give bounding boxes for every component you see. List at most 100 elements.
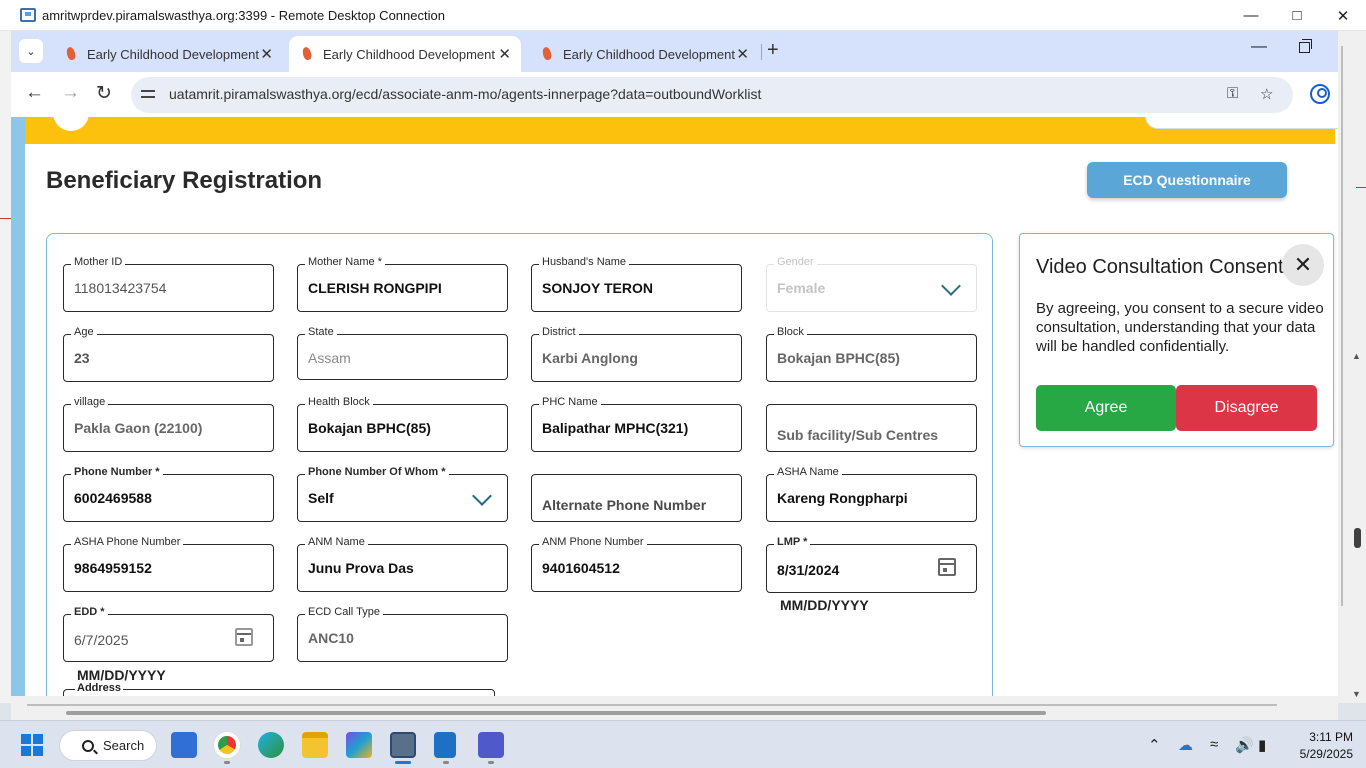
taskbar-search[interactable]: Search: [59, 730, 157, 761]
browser-toolbar: ← → ↻ uatamrit.piramalswasthya.org/ecd/a…: [11, 72, 1338, 117]
village-field[interactable]: village Pakla Gaon (22100): [63, 396, 274, 452]
calendar-icon[interactable]: [235, 628, 253, 646]
sub-facility-select[interactable]: Sub facility/Sub Centres: [766, 404, 977, 452]
field-value: CLERISH RONGPIPI: [308, 280, 442, 296]
field-value: Assam: [308, 350, 351, 366]
key-icon[interactable]: ⚿: [1227, 85, 1238, 102]
site-info-icon[interactable]: [141, 86, 157, 102]
file-explorer-icon[interactable]: [302, 732, 328, 758]
ecd-questionnaire-button[interactable]: ECD Questionnaire: [1087, 162, 1287, 198]
edge-icon[interactable]: [258, 732, 284, 758]
field-value: 23: [74, 350, 90, 366]
rdp-window-title: amritwprdev.piramalswasthya.org:3399 - R…: [42, 7, 445, 23]
health-block-field[interactable]: Health Block Bokajan BPHC(85): [297, 396, 508, 452]
field-value: SONJOY TERON: [542, 280, 653, 296]
horizontal-scroll-thumb[interactable]: [66, 711, 1046, 715]
reload-icon[interactable]: ↻: [96, 82, 112, 105]
tab-early-childhood-3[interactable]: Early Childhood Development ✕: [529, 36, 759, 72]
volume-icon[interactable]: 🔊: [1235, 736, 1254, 754]
vertical-scrollbar[interactable]: ▲ ▼: [1338, 31, 1366, 703]
maximize-icon[interactable]: □: [1274, 0, 1320, 31]
field-label: village: [71, 396, 109, 408]
scroll-up-arrow-icon[interactable]: ▲: [1352, 351, 1361, 361]
lmp-date-field[interactable]: LMP * 8/31/2024: [766, 536, 977, 593]
anm-phone-field[interactable]: ANM Phone Number 9401604512: [531, 536, 742, 592]
browser-minimize-icon[interactable]: —: [1251, 38, 1267, 56]
anm-name-field[interactable]: ANM Name Junu Prova Das: [297, 536, 508, 592]
m365-icon[interactable]: [346, 732, 372, 758]
address-field[interactable]: [63, 689, 495, 696]
taskbar-clock[interactable]: 3:11 PM 5/29/2025: [1283, 729, 1353, 763]
field-label: ANM Name: [305, 536, 368, 548]
back-arrow-icon[interactable]: ←: [25, 82, 44, 104]
browser-restore-icon[interactable]: [1299, 39, 1312, 53]
mother-name-field[interactable]: Mother Name * CLERISH RONGPIPI: [297, 256, 508, 312]
new-tab-icon[interactable]: +: [767, 39, 779, 62]
remote-desktop-icon[interactable]: [390, 732, 416, 758]
close-icon[interactable]: ✕: [1320, 0, 1366, 31]
state-field[interactable]: State Assam: [297, 326, 508, 380]
microsoft-store-icon[interactable]: [171, 732, 197, 758]
profile-avatar-icon[interactable]: [1310, 84, 1330, 104]
agree-button[interactable]: Agree: [1036, 385, 1176, 431]
field-placeholder: Sub facility/Sub Centres: [777, 427, 939, 443]
remote-desktop-icon: [20, 8, 36, 22]
search-label: Search: [103, 738, 145, 753]
notepad-icon[interactable]: [434, 732, 456, 758]
gender-select[interactable]: Gender Female: [766, 256, 977, 312]
chevron-up-icon[interactable]: ⌃: [1148, 736, 1161, 754]
chrome-icon[interactable]: [214, 732, 240, 758]
app-running-indicator: [224, 761, 230, 764]
asha-phone-field[interactable]: ASHA Phone Number 9864959152: [63, 536, 274, 592]
tab-close-icon[interactable]: ✕: [260, 45, 273, 63]
battery-icon[interactable]: ▮: [1258, 736, 1266, 754]
edd-date-field[interactable]: EDD * 6/7/2025: [63, 606, 274, 662]
husband-name-field[interactable]: Husband's Name SONJOY TERON: [531, 256, 742, 312]
field-value: Karbi Anglong: [542, 350, 638, 366]
phone-of-whom-select[interactable]: Phone Number Of Whom * Self: [297, 466, 508, 522]
tab-label: Early Childhood Development: [87, 46, 259, 62]
forward-arrow-icon[interactable]: →: [61, 82, 80, 104]
field-label: ECD Call Type: [305, 606, 383, 618]
field-value: Balipathar MPHC(321): [542, 420, 689, 436]
tab-early-childhood-2[interactable]: Early Childhood Development ✕: [289, 36, 521, 72]
phone-number-field[interactable]: Phone Number * 6002469588: [63, 466, 274, 522]
field-label: ASHA Phone Number: [71, 536, 184, 548]
minimize-icon[interactable]: —: [1228, 0, 1274, 31]
calendar-icon[interactable]: [938, 558, 956, 576]
tab-close-icon[interactable]: ✕: [498, 45, 511, 63]
block-field[interactable]: Block Bokajan BPHC(85): [766, 326, 977, 382]
bookmark-star-icon[interactable]: ☆: [1260, 85, 1273, 103]
site-favicon-icon: [65, 47, 77, 61]
address-url: uatamrit.piramalswasthya.org/ecd/associa…: [169, 86, 762, 102]
scroll-down-arrow-icon[interactable]: ▼: [1352, 689, 1361, 699]
banner-back-button[interactable]: [53, 117, 89, 131]
phc-name-field[interactable]: PHC Name Balipathar MPHC(321): [531, 396, 742, 452]
mother-id-field[interactable]: Mother ID 118013423754: [63, 256, 274, 312]
page-title: Beneficiary Registration: [46, 167, 323, 194]
close-icon[interactable]: ✕: [1282, 244, 1324, 286]
wifi-icon[interactable]: ≈: [1210, 736, 1218, 753]
tab-early-childhood-1[interactable]: Early Childhood Development ✕: [53, 36, 283, 72]
consent-message: By agreeing, you consent to a secure vid…: [1036, 300, 1324, 355]
windows-start-icon[interactable]: [21, 734, 43, 756]
tab-search-chevron-icon[interactable]: ⌄: [19, 39, 43, 63]
teams-icon[interactable]: [478, 732, 504, 758]
page-side-accent: [11, 117, 25, 696]
age-field[interactable]: Age 23: [63, 326, 274, 382]
ecd-call-type-field[interactable]: ECD Call Type ANC10: [297, 606, 508, 662]
alternate-phone-field[interactable]: Alternate Phone Number: [531, 474, 742, 522]
address-bar[interactable]: uatamrit.piramalswasthya.org/ecd/associa…: [131, 77, 1293, 113]
district-field[interactable]: District Karbi Anglong: [531, 326, 742, 382]
asha-name-field[interactable]: ASHA Name Kareng Rongpharpi: [766, 466, 977, 522]
onedrive-icon[interactable]: ☁: [1178, 736, 1193, 754]
horizontal-scrollbar[interactable]: [11, 696, 1338, 720]
field-value: ANC10: [308, 630, 354, 646]
field-label: Phone Number *: [71, 466, 163, 478]
disagree-button[interactable]: Disagree: [1176, 385, 1317, 431]
tab-close-icon[interactable]: ✕: [736, 45, 749, 63]
scroll-thumb[interactable]: [1354, 528, 1361, 548]
tab-separator: [761, 44, 762, 60]
lmp-format-hint: MM/DD/YYYY: [780, 597, 869, 613]
call-status-pill: [1145, 117, 1338, 129]
